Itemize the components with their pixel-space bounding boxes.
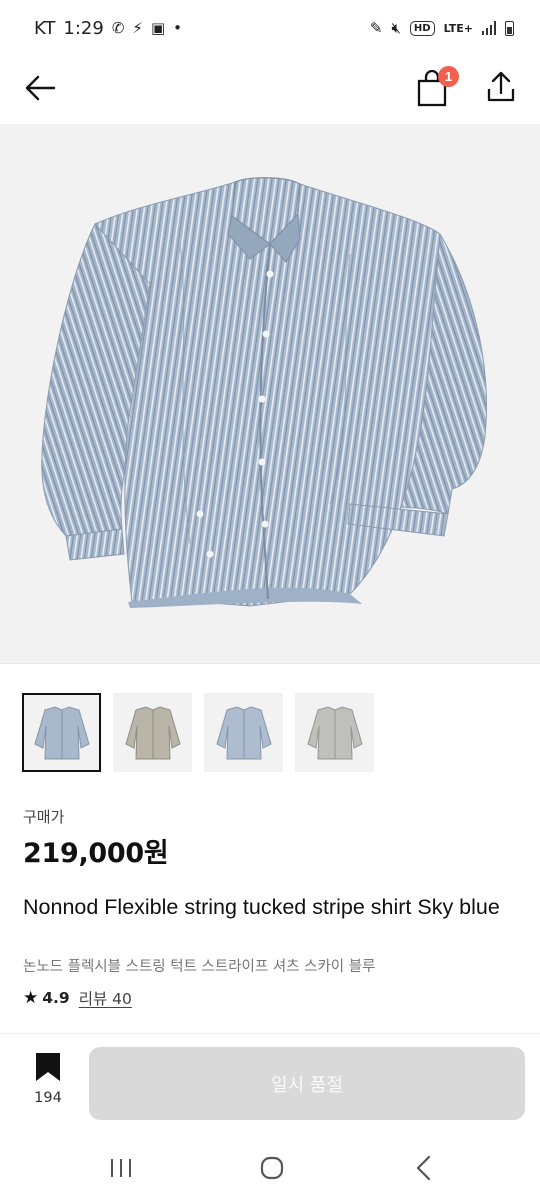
network-type: LTE+ xyxy=(443,21,473,35)
share-button[interactable] xyxy=(482,68,520,106)
price-label: 구매가 xyxy=(23,808,65,826)
status-bar: KT 1:29 ✆ ⚡ ▣ • ✎ 🔇︎ HD LTE+ xyxy=(0,0,540,56)
image-notification-icon: ▣ xyxy=(150,19,166,37)
top-nav: 1 xyxy=(0,56,540,124)
shirt-thumbnail-icon xyxy=(215,705,272,759)
cart-count-badge: 1 xyxy=(438,66,459,87)
charging-bolt-icon: ⚡ xyxy=(132,19,143,37)
product-title: Nonnod Flexible string tucked stripe shi… xyxy=(23,895,500,919)
shirt-thumbnail-icon xyxy=(306,705,363,759)
thumbnail-4[interactable] xyxy=(295,693,374,772)
system-nav-bar xyxy=(0,1138,540,1200)
rating-row: ★ 4.9 리뷰 40 xyxy=(23,987,132,1009)
clock: 1:29 xyxy=(63,17,104,39)
carrier: KT xyxy=(34,17,56,39)
review-link[interactable]: 리뷰 40 xyxy=(79,987,132,1009)
striped-shirt-photo xyxy=(41,177,487,608)
system-back-button[interactable] xyxy=(404,1152,444,1184)
thumbnail-3[interactable] xyxy=(204,693,283,772)
chevron-left-icon xyxy=(416,1155,431,1181)
recent-apps-icon xyxy=(111,1159,131,1177)
battery-icon xyxy=(505,20,514,36)
sold-out-button[interactable]: 일시 품절 xyxy=(89,1047,525,1120)
shirt-thumbnail-icon xyxy=(124,705,181,759)
cart-button[interactable]: 1 xyxy=(414,66,459,108)
home-button[interactable] xyxy=(252,1152,292,1184)
thumbnail-1[interactable] xyxy=(22,693,101,772)
wifi-call-icon: ✆ xyxy=(111,19,125,37)
product-main-image[interactable] xyxy=(0,124,540,664)
mute-icon: 🔇︎ xyxy=(391,19,401,37)
pen-icon: ✎ xyxy=(369,19,383,37)
bookmark-icon xyxy=(36,1053,60,1081)
star-icon: ★ xyxy=(23,988,39,1008)
share-icon xyxy=(487,71,515,102)
back-arrow-icon xyxy=(25,75,56,101)
back-button[interactable] xyxy=(22,70,58,106)
hd-voice-icon: HD xyxy=(409,20,435,36)
rating-value: 4.9 xyxy=(42,989,70,1007)
signal-icon xyxy=(482,21,496,35)
thumbnail-2[interactable] xyxy=(113,693,192,772)
bookmark-count: 194 xyxy=(34,1090,62,1106)
more-dot-icon: • xyxy=(173,19,182,37)
price-value: 219,000원 xyxy=(23,838,169,869)
product-title-korean: 논노드 플렉시블 스트링 턱트 스트라이프 셔츠 스카이 블루 xyxy=(23,959,376,975)
shirt-thumbnail-icon xyxy=(33,705,90,759)
divider xyxy=(0,1033,540,1034)
recent-apps-button[interactable] xyxy=(101,1152,141,1184)
bookmark-button[interactable]: 194 xyxy=(18,1052,78,1118)
home-icon xyxy=(260,1156,284,1180)
thumbnail-strip xyxy=(22,693,374,772)
